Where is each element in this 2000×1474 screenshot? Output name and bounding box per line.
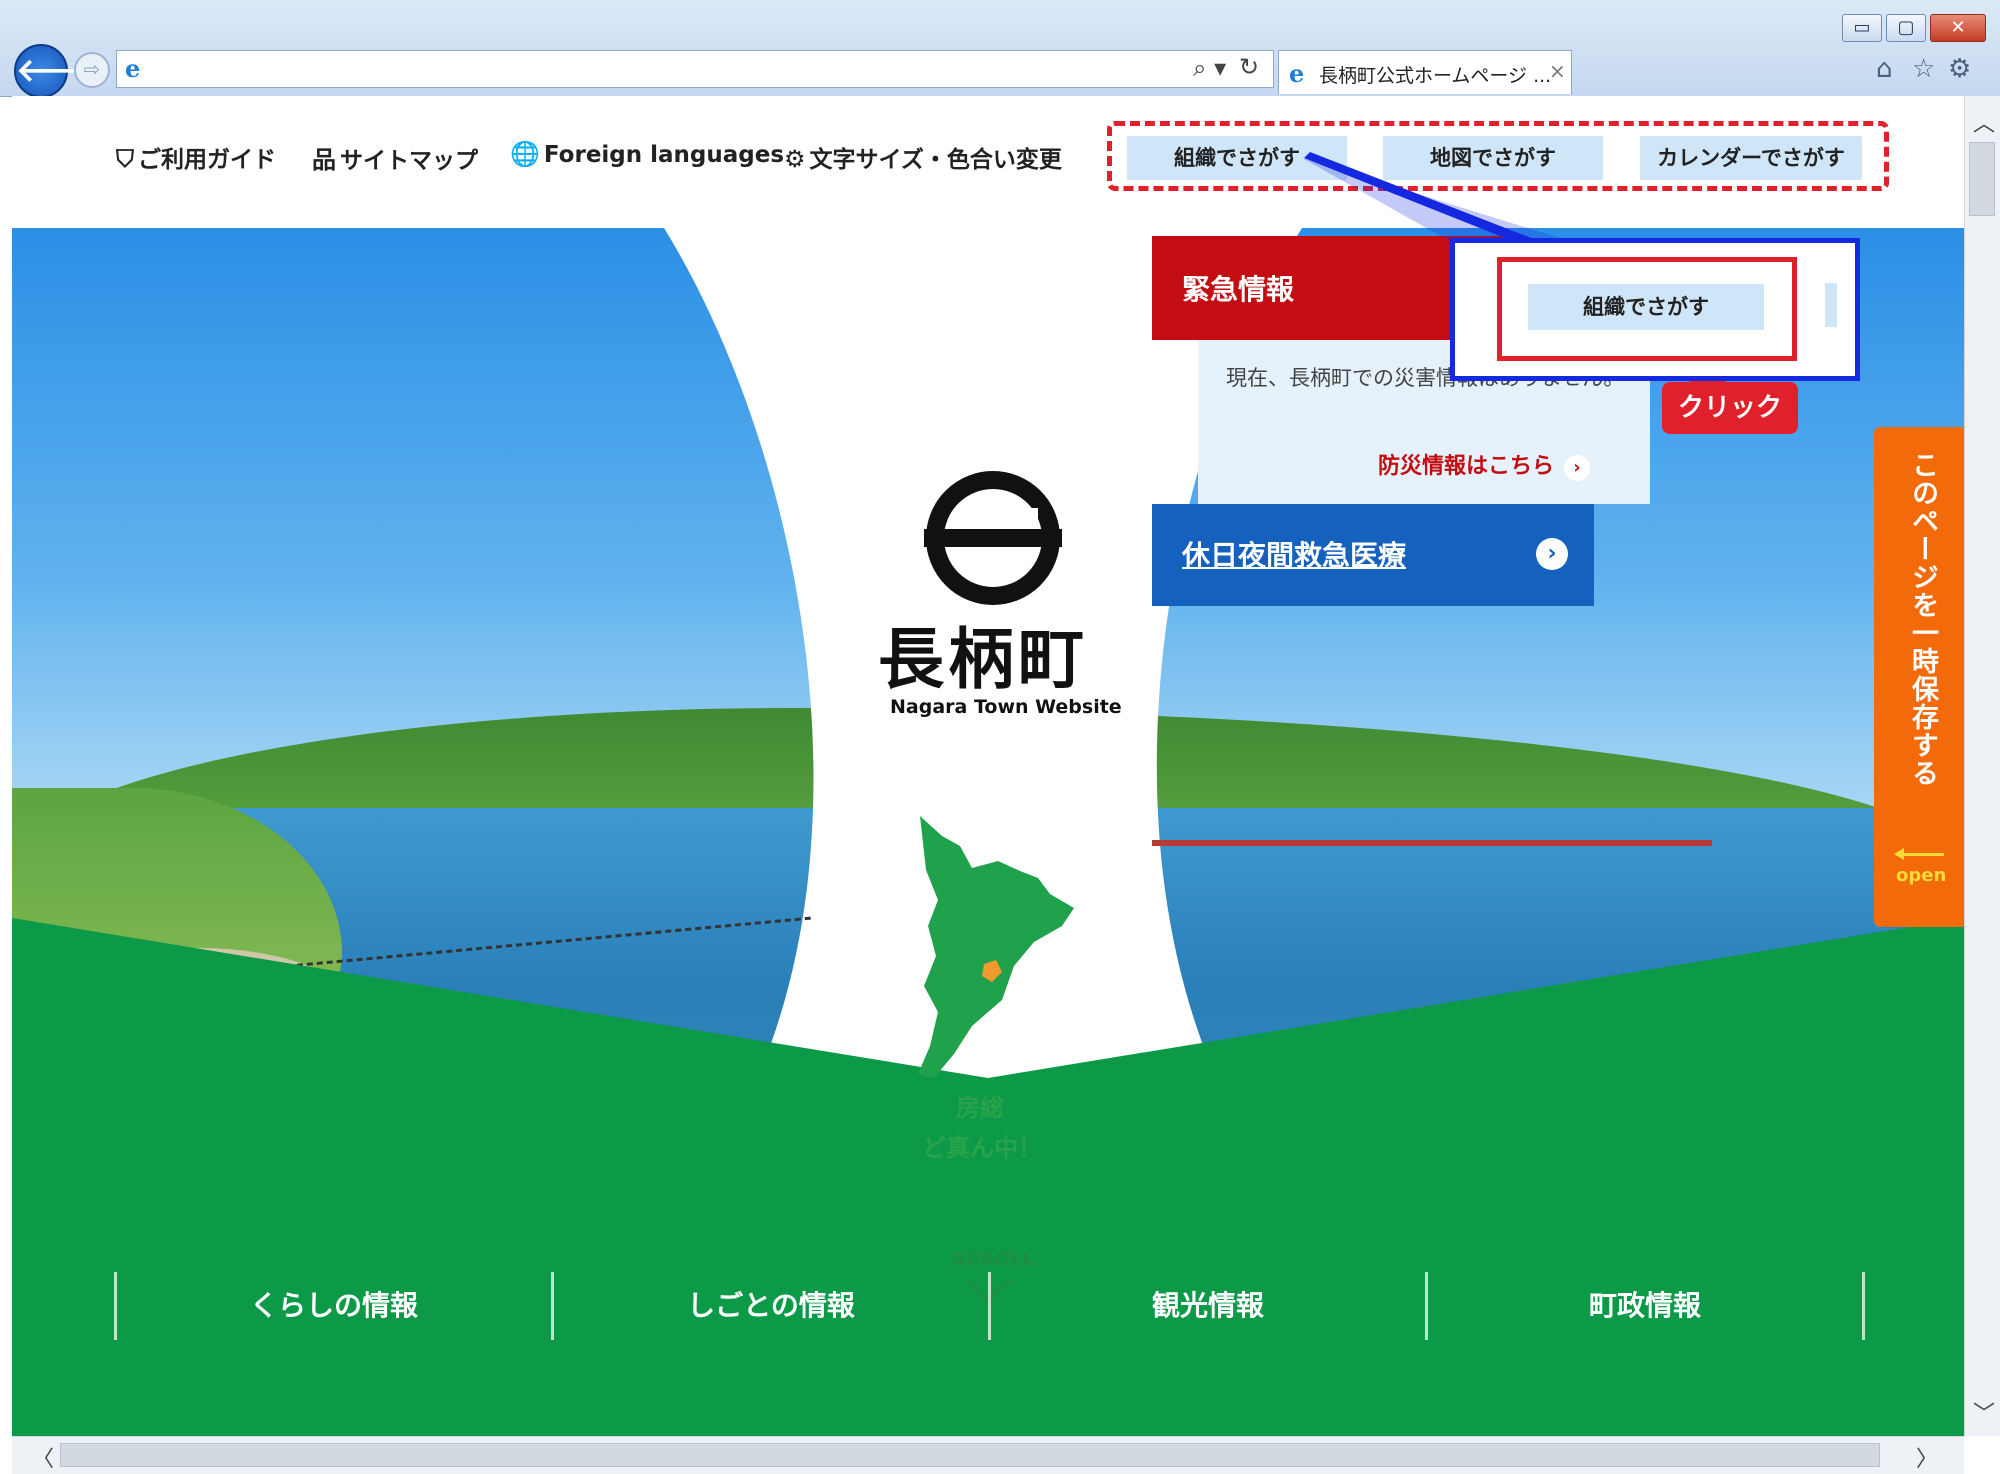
- annotation-zoom-box: 組織でさがす: [1450, 238, 1860, 381]
- back-button[interactable]: 🡐: [14, 44, 102, 98]
- menu-living-info[interactable]: くらしの情報: [117, 1272, 551, 1340]
- horizontal-scrollbar[interactable]: 〈 〉: [12, 1436, 1964, 1474]
- chevron-right-icon: ›: [1536, 538, 1568, 570]
- scroll-up-icon[interactable]: ︿: [1973, 106, 1995, 138]
- vertical-scrollbar[interactable]: ︿ ﹀: [1964, 96, 2000, 1436]
- emergency-medical-label: 休日夜間救急医療: [1182, 539, 1407, 572]
- scroll-left-icon[interactable]: 〈: [32, 1441, 54, 1473]
- browser-tab[interactable]: e 長柄町公式ホームページ ... ×: [1278, 50, 1572, 94]
- address-bar[interactable]: e ⌕ ▾ ↻: [116, 50, 1274, 88]
- ie-page-icon: e: [125, 54, 141, 83]
- zoomed-button-edge: [1825, 283, 1837, 327]
- arrow-left-head: [1894, 848, 1904, 860]
- annotation-highlight: 組織でさがす: [1497, 257, 1797, 361]
- scroll-label[interactable]: SCROLL: [952, 1248, 1035, 1270]
- tab-title: 長柄町公式ホームページ ...: [1319, 65, 1552, 87]
- menu-government-info[interactable]: 町政情報: [1428, 1272, 1862, 1340]
- ie-tab-icon: e: [1289, 59, 1305, 88]
- save-page-label: このページを一時保存する: [1907, 451, 1938, 787]
- tagline-line-2: ど真ん中！: [922, 1134, 1042, 1162]
- tab-close-icon[interactable]: ×: [1549, 59, 1566, 83]
- menu-work-info[interactable]: しごとの情報: [554, 1272, 988, 1340]
- chiba-map-icon: [918, 816, 1074, 1078]
- save-tab-open-label: open: [1896, 865, 1947, 886]
- close-window-button[interactable]: ✕: [1930, 14, 1986, 42]
- search-icon[interactable]: ⌕ ▾: [1193, 54, 1226, 82]
- town-name-en: Nagara Town Website: [890, 696, 1122, 718]
- scroll-right-icon[interactable]: 〉: [1916, 1441, 1938, 1473]
- click-annotation-label: クリック: [1662, 382, 1798, 434]
- horizontal-scroll-thumb[interactable]: [60, 1443, 1880, 1467]
- vertical-scroll-thumb[interactable]: [1969, 142, 1995, 216]
- menu-separator: [1862, 1272, 1865, 1340]
- menu-tourism-info[interactable]: 観光情報: [991, 1272, 1425, 1340]
- town-name: 長柄町: [878, 620, 1088, 698]
- refresh-icon[interactable]: ↻: [1239, 53, 1259, 81]
- tagline-line-1: 房総: [956, 1094, 1004, 1122]
- maximize-button[interactable]: ▢: [1886, 14, 1926, 42]
- scroll-down-icon[interactable]: ﹀: [1973, 1396, 1995, 1428]
- web-page: ⛉ ご利用ガイド 品サイトマップ 🌐 Foreign languages ⚙ 文字サイ…: [12, 96, 1964, 1436]
- favorites-icon[interactable]: ☆: [1912, 54, 1935, 84]
- minimize-button[interactable]: ▭: [1842, 14, 1882, 42]
- settings-icon[interactable]: ⚙: [1948, 54, 1971, 84]
- save-page-tab[interactable]: このページを一時保存する open: [1874, 427, 1964, 927]
- emergency-medical-link[interactable]: 休日夜間救急医療 ›: [1152, 504, 1594, 606]
- home-icon[interactable]: ⌂: [1876, 54, 1893, 84]
- forward-button[interactable]: ⇨: [74, 52, 110, 88]
- zoomed-search-by-organization-button: 組織でさがす: [1528, 284, 1764, 330]
